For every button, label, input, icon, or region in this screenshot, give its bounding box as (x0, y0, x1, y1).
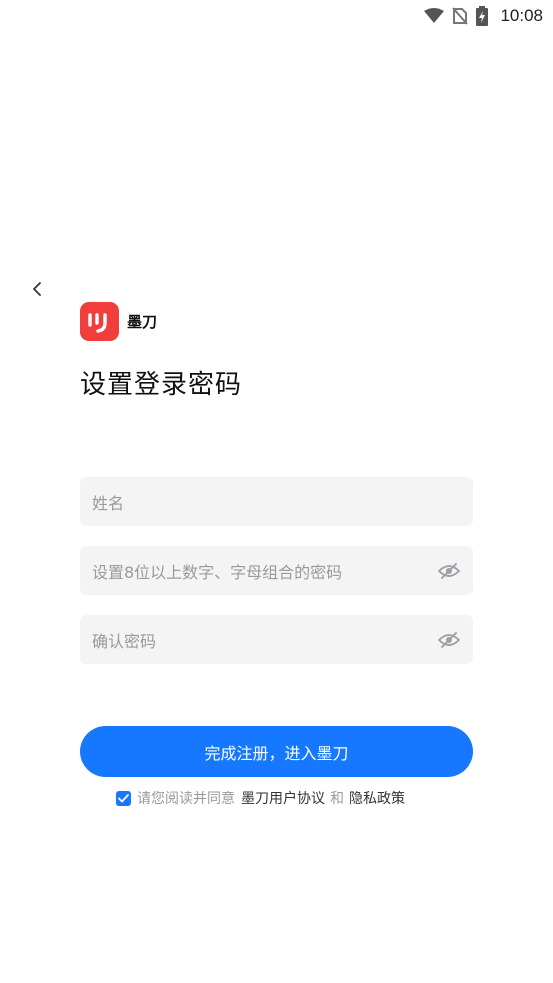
register-screen: 10:08 墨刀 设置登录密码 姓名 设置8位以上数字、字母组合的密码 确认密码… (0, 0, 553, 983)
agreement: 请您阅读并同意 墨刀用户协议 和 隐私政策 (116, 788, 405, 808)
privacy-policy-link[interactable]: 隐私政策 (349, 788, 405, 808)
agreement-prefix: 请您阅读并同意 (137, 791, 235, 807)
password-placeholder: 设置8位以上数字、字母组合的密码 (92, 562, 343, 582)
checkmark-icon (118, 793, 129, 802)
agreement-checkbox[interactable] (116, 790, 131, 806)
status-time: 10:08 (500, 6, 543, 25)
eye-off-icon[interactable] (437, 559, 461, 583)
eye-off-icon[interactable] (437, 628, 461, 652)
no-sim-icon (452, 7, 469, 25)
name-placeholder: 姓名 (92, 493, 125, 513)
brand: 墨刀 (80, 302, 157, 341)
name-field[interactable]: 姓名 (80, 477, 473, 526)
status-bar: 10:08 (0, 0, 553, 32)
password-field[interactable]: 设置8位以上数字、字母组合的密码 (80, 546, 473, 595)
confirm-password-field[interactable]: 确认密码 (80, 615, 473, 664)
modao-logo-icon (80, 302, 119, 341)
confirm-placeholder: 确认密码 (92, 631, 157, 651)
page-title: 设置登录密码 (80, 370, 243, 400)
battery-charging-icon (476, 6, 489, 26)
chevron-left-icon (33, 282, 41, 296)
submit-button[interactable]: 完成注册，进入墨刀 (80, 726, 473, 777)
user-agreement-link[interactable]: 墨刀用户协议 (241, 788, 325, 808)
wifi-icon (424, 8, 445, 24)
brand-name: 墨刀 (127, 313, 158, 331)
back-button[interactable] (26, 278, 48, 300)
agreement-and: 和 (330, 791, 344, 807)
